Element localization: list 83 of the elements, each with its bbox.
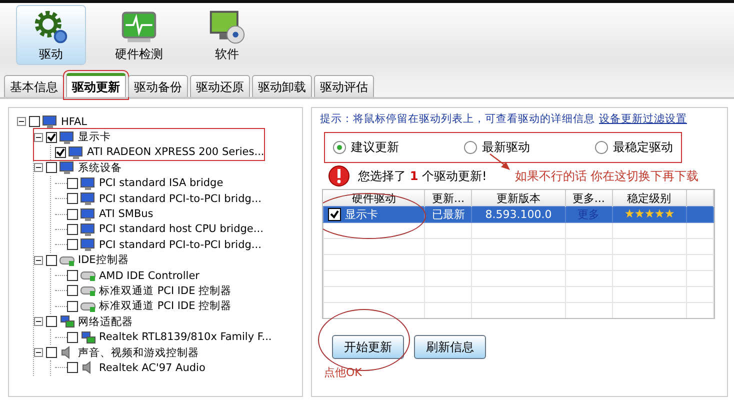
filter-settings-link[interactable]: 设备更新过滤设置 — [599, 113, 687, 125]
table-cell: 8.593.100.0 — [472, 206, 566, 222]
checkbox[interactable] — [67, 193, 78, 204]
selection-notice: 您选择了 1 个驱动更新! — [358, 168, 487, 184]
checkbox[interactable] — [46, 316, 57, 328]
monitor-icon — [80, 192, 96, 206]
table-cell: 显示卡 — [345, 207, 378, 222]
checkbox[interactable] — [67, 208, 78, 220]
tree-item-label[interactable]: ATI RADEON XPRESS 200 Series... — [87, 146, 264, 158]
column-header[interactable]: 更新版本 — [472, 190, 566, 206]
checkbox[interactable] — [29, 116, 40, 128]
monitor-disc-icon — [207, 8, 247, 46]
tree-item-label[interactable]: 网络适配器 — [78, 314, 133, 329]
checkbox[interactable] — [67, 178, 78, 189]
checkbox[interactable] — [46, 254, 57, 266]
checkbox[interactable] — [55, 146, 66, 158]
tree-item-label[interactable]: 声音、视频和游戏控制器 — [78, 346, 199, 360]
checkbox[interactable] — [67, 239, 78, 250]
monitor-icon — [80, 208, 96, 221]
monitor-icon — [42, 115, 58, 128]
monitor-icon — [68, 146, 84, 159]
collapse-toggle[interactable] — [34, 163, 43, 172]
table-cell: 已最新 — [424, 206, 472, 222]
radio-option[interactable]: 最稳定驱动 — [595, 139, 673, 156]
tree-item-label[interactable]: AMD IDE Controller — [99, 270, 200, 282]
tree-item-label[interactable]: PCI standard PCI-to-PCI bridg... — [99, 238, 262, 251]
collapse-toggle[interactable] — [34, 348, 43, 358]
monitor-icon — [80, 238, 96, 252]
tab[interactable]: 驱动评估 — [314, 75, 374, 97]
collapse-toggle[interactable] — [34, 256, 43, 265]
toolbar-button[interactable]: 硬件检测 — [104, 5, 174, 65]
checkbox[interactable] — [67, 270, 78, 282]
checkbox[interactable] — [67, 224, 78, 235]
checkbox[interactable] — [328, 208, 341, 221]
tab[interactable]: 基本信息 — [4, 75, 64, 97]
tab[interactable]: 驱动备份 — [128, 75, 188, 97]
tree-item-label[interactable]: 标准双通道 PCI IDE 控制器 — [99, 284, 232, 298]
tab[interactable]: 驱动更新 — [66, 73, 126, 97]
drive-icon — [80, 269, 96, 282]
column-header[interactable]: 更新... — [424, 190, 472, 206]
tree-item-label[interactable]: HFAL — [61, 116, 88, 128]
checkbox[interactable] — [46, 132, 57, 143]
collapse-toggle[interactable] — [17, 117, 26, 126]
checkbox[interactable] — [67, 285, 78, 296]
tree-item-label[interactable]: ATI SMBus — [99, 208, 154, 220]
tree-item-label[interactable]: PCI standard PCI-to-PCI bridg... — [99, 192, 262, 205]
toolbar-button[interactable]: 软件 — [192, 5, 262, 65]
checkbox[interactable] — [46, 347, 57, 358]
tree-item-label[interactable]: Realtek RTL8139/810x Family F... — [99, 331, 272, 344]
monitor-icon — [80, 176, 96, 190]
hint-text: 提示：将鼠标停留在驱动列表上，可查看驱动的详细信息 — [320, 113, 595, 125]
tab[interactable]: 驱动还原 — [190, 75, 250, 97]
action-button[interactable]: 刷新信息 — [414, 335, 486, 359]
network-icon — [80, 330, 96, 344]
action-button[interactable]: 开始更新 — [332, 335, 404, 359]
tree-item-label[interactable]: 显示卡 — [78, 130, 111, 144]
tree-item-label[interactable]: 系统设备 — [78, 160, 122, 175]
annotation-text: 如果不行的话 你在这切换下再下载 — [514, 168, 699, 184]
monitor-icon — [59, 130, 75, 144]
monitor-icon — [59, 161, 75, 174]
checkbox[interactable] — [67, 332, 78, 343]
checkbox[interactable] — [67, 300, 78, 312]
checkbox[interactable] — [67, 362, 78, 374]
network-icon — [59, 315, 75, 328]
checkbox[interactable] — [46, 162, 57, 174]
radio-option[interactable]: 最新驱动 — [464, 139, 530, 156]
tree-item-label[interactable]: 标准双通道 PCI IDE 控制器 — [99, 299, 232, 314]
monitor-icon — [80, 222, 96, 236]
drive-icon — [80, 284, 96, 298]
column-header[interactable]: 更多... — [565, 190, 612, 206]
collapse-toggle[interactable] — [34, 132, 43, 142]
alert-icon — [328, 165, 350, 187]
tree-item-label[interactable]: IDE控制器 — [78, 253, 129, 268]
drive-icon — [80, 300, 96, 313]
radio-option[interactable]: 建议更新 — [333, 139, 399, 156]
column-header[interactable]: 稳定级别 — [612, 190, 686, 206]
toolbar-button[interactable]: 驱动 — [16, 5, 86, 65]
drive-icon — [59, 254, 75, 267]
tree-item-label[interactable]: PCI standard ISA bridge — [99, 177, 224, 190]
tab[interactable]: 驱动卸载 — [252, 75, 312, 97]
tree-item-label[interactable]: Realtek AC'97 Audio — [99, 362, 206, 374]
collapse-toggle[interactable] — [34, 317, 43, 326]
tree-item-label[interactable]: PCI standard host CPU bridge... — [99, 223, 264, 236]
